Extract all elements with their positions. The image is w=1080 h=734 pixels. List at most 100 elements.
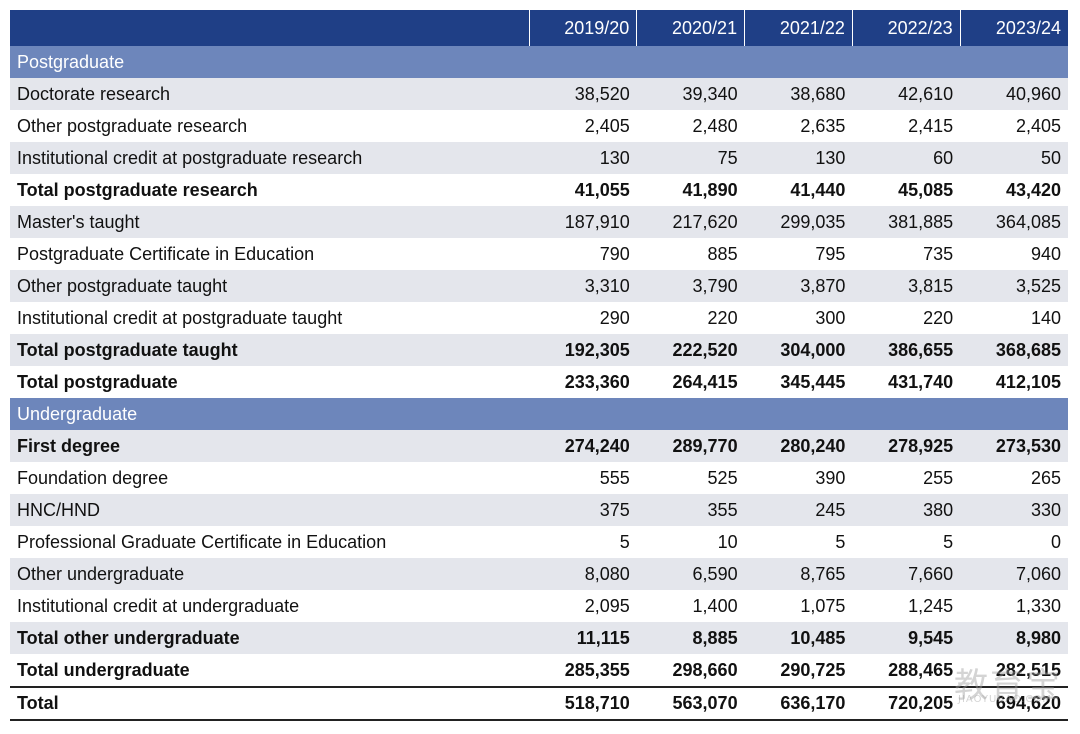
value-cell: 43,420	[960, 174, 1068, 206]
value-cell: 220	[852, 302, 961, 334]
value-cell: 289,770	[636, 430, 745, 462]
row-label: Foundation degree	[10, 462, 529, 494]
value-cell: 2,480	[636, 110, 745, 142]
value-cell: 1,400	[636, 590, 745, 622]
value-cell: 264,415	[636, 366, 745, 398]
row-label: HNC/HND	[10, 494, 529, 526]
value-cell: 40,960	[960, 78, 1068, 110]
value-cell: 412,105	[960, 366, 1068, 398]
value-cell: 0	[960, 526, 1068, 558]
row-label: Total undergraduate	[10, 654, 529, 687]
value-cell: 217,620	[636, 206, 745, 238]
value-cell: 299,035	[744, 206, 853, 238]
value-cell: 130	[529, 142, 637, 174]
value-cell: 364,085	[960, 206, 1068, 238]
value-cell: 220	[636, 302, 745, 334]
table-row: Master's taught 187,910 217,620 299,035 381,…	[10, 206, 1068, 238]
row-label: Professional Graduate Certificate in Edu…	[10, 526, 529, 558]
value-cell: 345,445	[744, 366, 853, 398]
table-row: Other undergraduate 8,080 6,590 8,765 7,660 7…	[10, 558, 1068, 590]
value-cell: 3,310	[529, 270, 637, 302]
student-numbers-table: 2019/20 2020/21 2021/22 2022/23 2023/24 …	[10, 10, 1068, 721]
value-cell: 368,685	[960, 334, 1068, 366]
table-row: Doctorate research 38,520 39,340 38,680 42,6…	[10, 78, 1068, 110]
year-header: 2019/20	[529, 10, 638, 46]
section-label: Undergraduate	[10, 398, 1068, 430]
value-cell: 7,660	[852, 558, 961, 590]
value-cell: 3,525	[960, 270, 1068, 302]
year-header: 2020/21	[636, 10, 746, 46]
value-cell: 130	[744, 142, 853, 174]
table-row: Total undergraduate 285,355 298,660 290,725…	[10, 654, 1068, 687]
value-cell: 355	[636, 494, 745, 526]
value-cell: 2,415	[852, 110, 961, 142]
table-row: Foundation degree 555 525 390 255 265	[10, 462, 1068, 494]
table-row: First degree 274,240 289,770 280,240 278,925…	[10, 430, 1068, 462]
value-cell: 2,095	[529, 590, 637, 622]
table-row: Total postgraduate taught 192,305 222,520 3…	[10, 334, 1068, 366]
value-cell: 790	[529, 238, 637, 270]
table-row: Professional Graduate Certificate in Edu…	[10, 526, 1068, 558]
value-cell: 11,115	[529, 622, 637, 654]
year-header: 2021/22	[744, 10, 853, 46]
grand-total-row: Total 518,710 563,070 636,170 720,205 694,620	[10, 686, 1068, 721]
value-cell: 42,610	[852, 78, 961, 110]
table-row: Total postgraduate research 41,055 41,890 4…	[10, 174, 1068, 206]
value-cell: 6,590	[636, 558, 745, 590]
table-row: Postgraduate Certificate in Education 790…	[10, 238, 1068, 270]
value-cell: 5	[744, 526, 853, 558]
header-blank-cell	[10, 10, 530, 46]
value-cell: 282,515	[960, 654, 1068, 687]
value-cell: 390	[744, 462, 853, 494]
value-cell: 39,340	[636, 78, 745, 110]
value-cell: 7,060	[960, 558, 1068, 590]
row-label: Institutional credit at postgraduate tau…	[10, 302, 529, 334]
row-label: Postgraduate Certificate in Education	[10, 238, 529, 270]
value-cell: 1,330	[960, 590, 1068, 622]
value-cell: 1,245	[852, 590, 961, 622]
value-cell: 278,925	[852, 430, 961, 462]
year-header: 2022/23	[852, 10, 961, 46]
value-cell: 795	[744, 238, 853, 270]
value-cell: 288,465	[852, 654, 961, 687]
table-row: Institutional credit at undergraduate 2,0…	[10, 590, 1068, 622]
value-cell: 265	[960, 462, 1068, 494]
row-label: Doctorate research	[10, 78, 529, 110]
value-cell: 2,635	[744, 110, 853, 142]
value-cell: 75	[636, 142, 745, 174]
table-row: Institutional credit at postgraduate tau…	[10, 302, 1068, 334]
value-cell: 5	[529, 526, 637, 558]
table-row: HNC/HND 375 355 245 380 330	[10, 494, 1068, 526]
value-cell: 290	[529, 302, 637, 334]
row-label: Total postgraduate research	[10, 174, 529, 206]
value-cell: 245	[744, 494, 853, 526]
value-cell: 8,080	[529, 558, 637, 590]
table-row: Total other undergraduate 11,115 8,885 10,4…	[10, 622, 1068, 654]
value-cell: 140	[960, 302, 1068, 334]
row-label: Other postgraduate taught	[10, 270, 529, 302]
row-label: Total postgraduate	[10, 366, 529, 398]
value-cell: 525	[636, 462, 745, 494]
value-cell: 2,405	[529, 110, 637, 142]
value-cell: 330	[960, 494, 1068, 526]
value-cell: 255	[852, 462, 961, 494]
value-cell: 41,890	[636, 174, 745, 206]
value-cell: 720,205	[852, 686, 961, 721]
value-cell: 50	[960, 142, 1068, 174]
value-cell: 940	[960, 238, 1068, 270]
value-cell: 41,055	[529, 174, 637, 206]
year-header: 2023/24	[960, 10, 1068, 46]
table-body: Postgraduate Doctorate research 38,520 39,3…	[10, 46, 1068, 721]
value-cell: 285,355	[529, 654, 637, 687]
student-numbers-table-container: 2019/20 2020/21 2021/22 2022/23 2023/24 …	[10, 10, 1068, 721]
table-row: Other postgraduate research 2,405 2,480 2,6…	[10, 110, 1068, 142]
row-label: Total other undergraduate	[10, 622, 529, 654]
row-label: First degree	[10, 430, 529, 462]
value-cell: 9,545	[852, 622, 961, 654]
value-cell: 233,360	[529, 366, 637, 398]
value-cell: 694,620	[960, 686, 1068, 721]
section-label: Postgraduate	[10, 46, 1068, 78]
value-cell: 60	[852, 142, 961, 174]
value-cell: 380	[852, 494, 961, 526]
value-cell: 518,710	[529, 686, 637, 721]
